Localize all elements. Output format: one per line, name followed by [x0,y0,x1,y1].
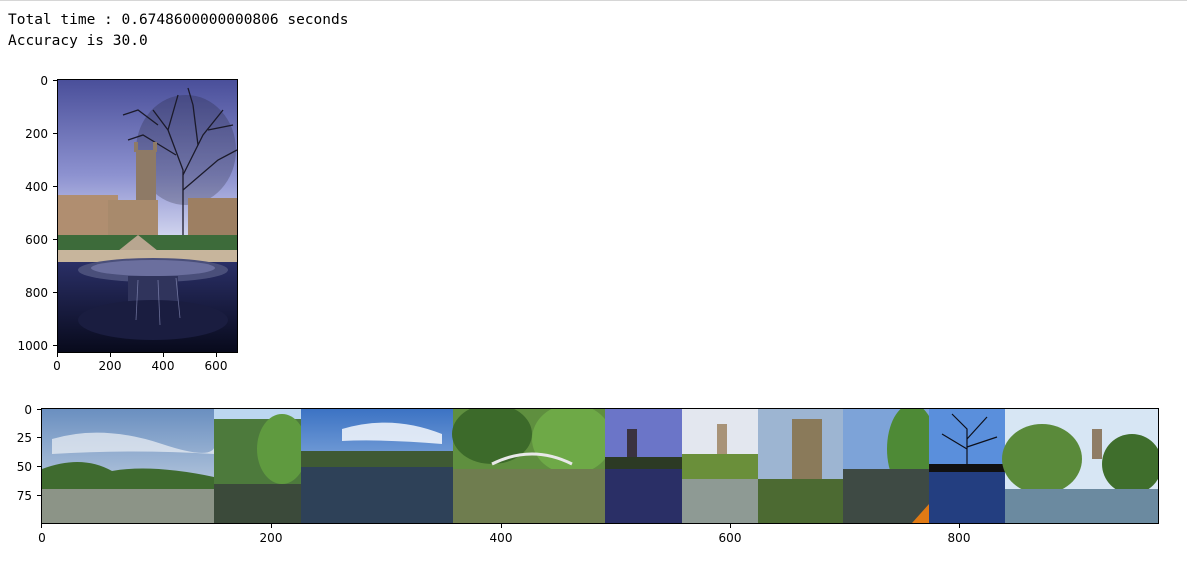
x-tick-label: 0 [38,531,46,545]
x-tick-mark [216,353,217,357]
y-tick-label: 75 [16,489,32,503]
x-tick-label: 400 [489,531,513,545]
total-time-output: Total time : 0.6748600000000806 seconds [8,12,349,28]
x-tick-label: 600 [204,359,228,373]
x-tick-mark [41,524,42,528]
x-tick-mark [730,524,731,528]
y-tick-label: 0 [40,74,48,88]
x-tick-label: 600 [718,531,742,545]
y-tick-label: 200 [25,127,48,141]
x-tick-label: 0 [53,359,61,373]
x-tick-label: 800 [947,531,971,545]
query-image [57,79,238,353]
accuracy-output: Accuracy is 30.0 [8,33,148,49]
y-tick-label: 600 [25,233,48,247]
y-tick-label: 25 [16,431,32,445]
x-tick-mark [501,524,502,528]
fountain-tree-photo [58,80,237,352]
x-tick-mark [110,353,111,357]
retrieved-photos [42,409,1158,523]
y-tick-label: 800 [25,286,48,300]
y-tick-label: 0 [24,403,32,417]
y-tick-label: 400 [25,180,48,194]
x-tick-mark [57,353,58,357]
x-tick-mark [163,353,164,357]
x-tick-mark [959,524,960,528]
results-image-strip [41,408,1159,524]
y-tick-label: 1000 [17,339,48,353]
x-tick-label: 200 [98,359,122,373]
x-tick-mark [271,524,272,528]
x-tick-label: 200 [259,531,283,545]
x-tick-label: 400 [151,359,175,373]
cell-top-border [0,0,1187,1]
y-tick-label: 50 [16,460,32,474]
